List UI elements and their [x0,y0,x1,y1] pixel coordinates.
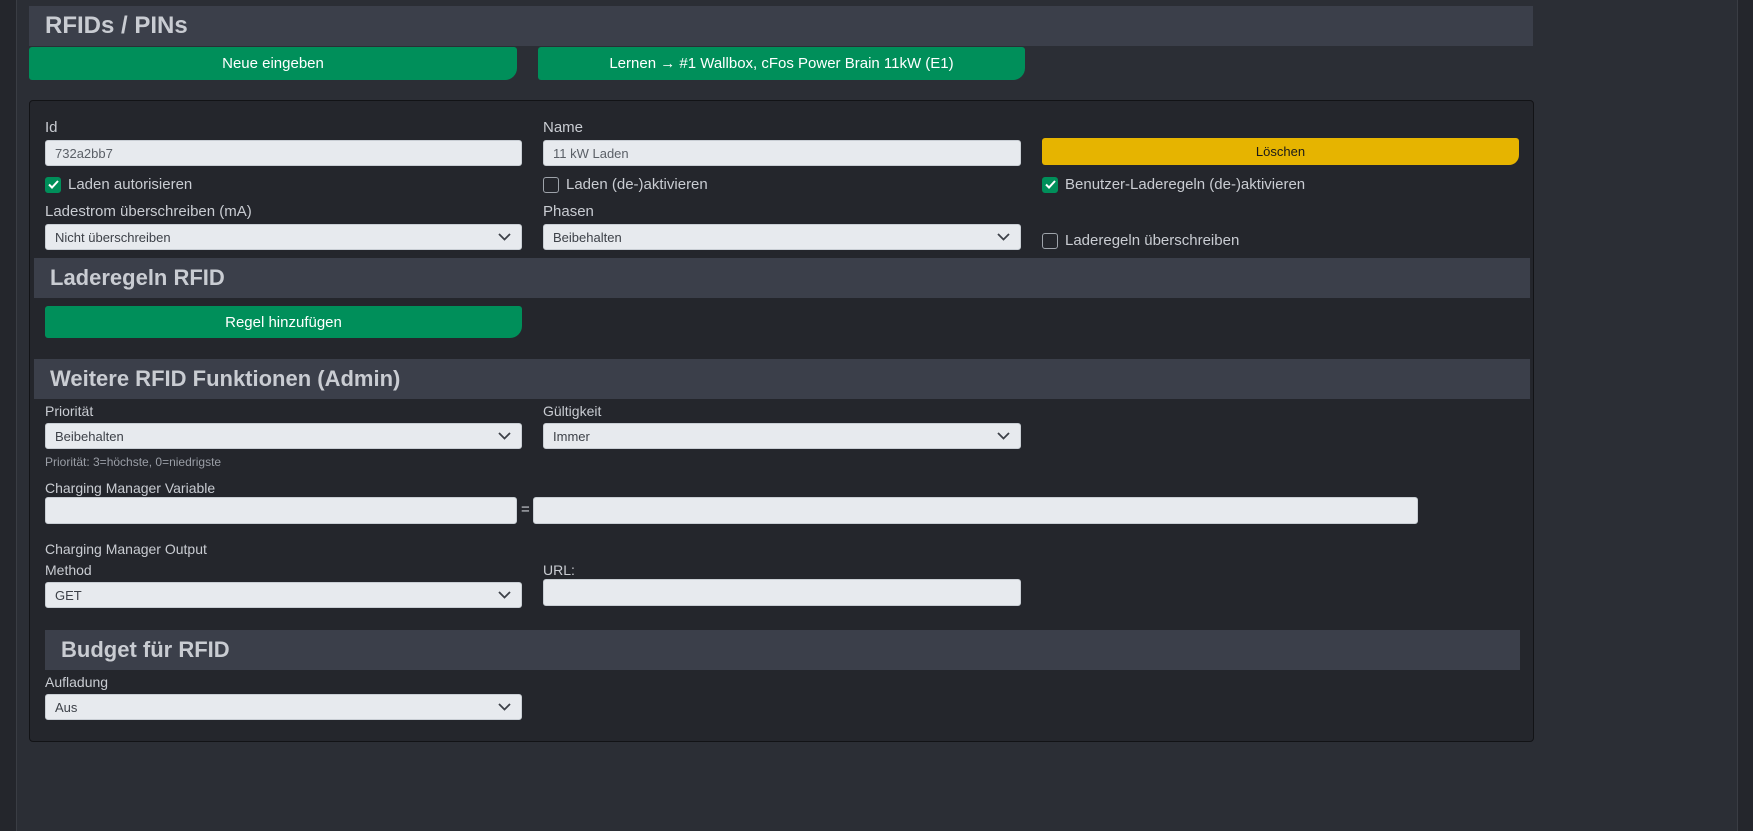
chevron-down-icon [498,431,512,441]
charge-label: Aufladung [45,674,109,690]
method-select[interactable]: GET [45,582,522,608]
charge-select-value: Aus [55,699,78,715]
method-select-value: GET [55,587,82,603]
chevron-down-icon [997,431,1011,441]
section-header-rfids: RFIDs / PINs [29,6,1533,46]
chevron-down-icon [498,702,512,712]
phases-label: Phasen [543,203,594,220]
name-label: Name [543,119,584,136]
cm-output-label: Charging Manager Output [45,541,207,557]
section-header-budget: Budget für RFID [45,630,1520,670]
chevron-down-icon [997,232,1011,242]
method-label: Method [45,562,92,578]
id-field[interactable]: 732a2bb7 [45,140,522,166]
section-header-laderegeln: Laderegeln RFID [34,258,1530,298]
url-label: URL: [543,562,575,578]
authorize-label: Laden autorisieren [68,176,193,193]
section-title-budget: Budget für RFID [61,637,230,662]
rfid-detail-panel: Id 732a2bb7 Name 11 kW Laden Löschen Lad… [29,100,1534,742]
charge-select[interactable]: Aus [45,694,522,720]
current-label: Ladestrom überschreiben (mA) [45,203,252,220]
deactivate-checkbox[interactable] [543,176,559,193]
phases-select-value: Beibehalten [553,229,622,245]
cm-variable-value-field[interactable] [533,497,1418,524]
check-icon [1044,180,1056,189]
deactivate-checkbox-row[interactable]: Laden (de-)aktivieren [543,176,708,193]
phases-select[interactable]: Beibehalten [543,224,1021,250]
delete-button[interactable]: Löschen [1042,138,1519,165]
user-rules-checkbox[interactable] [1042,176,1058,193]
priority-select[interactable]: Beibehalten [45,423,522,449]
priority-select-value: Beibehalten [55,428,124,444]
cm-variable-name-field[interactable] [45,497,517,524]
add-rule-button[interactable]: Regel hinzufügen [45,306,522,338]
priority-hint: Priorität: 3=höchste, 0=niedrigste [45,455,222,469]
url-field[interactable] [543,579,1021,606]
validity-label: Gültigkeit [543,403,602,419]
validity-select[interactable]: Immer [543,423,1021,449]
section-header-weitere: Weitere RFID Funktionen (Admin) [34,359,1530,399]
section-title-rfids: RFIDs / PINs [45,12,188,39]
current-select[interactable]: Nicht überschreiben [45,224,522,250]
user-rules-label: Benutzer-Laderegeln (de-)aktivieren [1065,176,1306,193]
authorize-checkbox-row[interactable]: Laden autorisieren [45,176,192,193]
override-rules-checkbox-row[interactable]: Laderegeln überschreiben [1042,232,1239,249]
chevron-down-icon [498,232,512,242]
current-select-value: Nicht überschreiben [55,229,171,245]
cm-variable-label: Charging Manager Variable [45,480,216,496]
override-rules-checkbox[interactable] [1042,232,1058,249]
id-label: Id [45,119,58,136]
authorize-checkbox[interactable] [45,176,61,193]
section-title-weitere: Weitere RFID Funktionen (Admin) [50,366,401,391]
deactivate-label: Laden (de-)aktivieren [566,176,708,193]
section-title-laderegeln: Laderegeln RFID [50,265,225,290]
equals-sign: = [521,501,530,518]
learn-rfid-button[interactable]: Lernen → #1 Wallbox, cFos Power Brain 11… [538,47,1025,80]
chevron-down-icon [498,590,512,600]
check-icon [47,180,59,189]
override-rules-label: Laderegeln überschreiben [1065,232,1240,249]
new-rfid-button[interactable]: Neue eingeben [29,47,517,80]
name-field[interactable]: 11 kW Laden [543,140,1021,166]
validity-select-value: Immer [553,428,590,444]
page-container: RFIDs / PINs Neue eingeben Lernen → #1 W… [16,0,1738,831]
user-rules-checkbox-row[interactable]: Benutzer-Laderegeln (de-)aktivieren [1042,176,1305,193]
priority-label: Priorität [45,403,94,419]
